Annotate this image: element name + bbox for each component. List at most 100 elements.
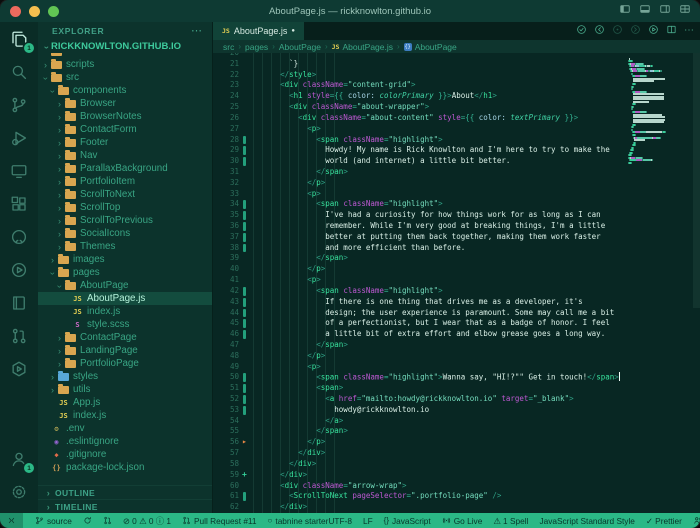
minimize-window-button[interactable]	[29, 6, 40, 17]
encoding-status[interactable]: UTF-8	[328, 513, 352, 528]
toggle-sidebar-icon[interactable]	[619, 2, 631, 20]
line-number[interactable]: 39	[213, 253, 239, 264]
tree-folder-landingpage[interactable]: › LandingPage	[38, 344, 212, 357]
line-number[interactable]: 27	[213, 124, 239, 135]
line-number[interactable]: 37	[213, 232, 239, 243]
line-number[interactable]: 55	[213, 426, 239, 437]
line-number[interactable]: 50	[213, 372, 239, 383]
tree-folder-socialicons[interactable]: › SocialIcons	[38, 227, 212, 240]
tree-file-index-js[interactable]: JS index.js	[38, 305, 212, 318]
line-number[interactable]: 42	[213, 286, 239, 297]
sync-status[interactable]	[83, 513, 92, 528]
spell-checker-status[interactable]: ⚠ 1 Spell	[493, 513, 528, 528]
tree-file-package-lock-json[interactable]: {} package-lock.json	[38, 461, 212, 474]
pull-request-status[interactable]: Pull Request #11	[182, 513, 257, 528]
tree-folder-browsernotes[interactable]: › BrowserNotes	[38, 110, 212, 123]
line-number[interactable]: 24	[213, 91, 239, 102]
tree-folder-scripts[interactable]: › scripts	[38, 58, 212, 71]
tree-folder-utils[interactable]: › utils	[38, 383, 212, 396]
tree-folder-pages[interactable]: › pages	[38, 266, 212, 279]
line-number[interactable]: 47	[213, 340, 239, 351]
tree-folder-contactpage[interactable]: › ContactPage	[38, 331, 212, 344]
remote-explorer-icon[interactable]	[7, 159, 31, 183]
line-number[interactable]: 51	[213, 383, 239, 394]
tree-folder-scrolltop[interactable]: › ScrollTop	[38, 201, 212, 214]
breadcrumb-item-src[interactable]: src	[223, 42, 234, 52]
hex-extension-icon[interactable]	[7, 357, 31, 381]
line-number[interactable]: 23	[213, 80, 239, 91]
breadcrumb-item-aboutpage[interactable]: {} AboutPage	[403, 42, 457, 52]
nav-dot-icon[interactable]	[612, 22, 623, 40]
github-icon[interactable]	[7, 225, 31, 249]
scrollbar[interactable]	[693, 53, 700, 308]
line-number[interactable]: 32	[213, 178, 239, 189]
line-number[interactable]: 36	[213, 221, 239, 232]
explorer-icon[interactable]: 1	[7, 27, 34, 53]
tree-folder-images[interactable]: › images	[38, 253, 212, 266]
tree-folder-components[interactable]: › components	[38, 84, 212, 97]
tree-folder-portfoliopage[interactable]: › PortfolioPage	[38, 357, 212, 370]
workspace-root-folder[interactable]: › RICKKNOWLTON.GITHUB.IO	[38, 40, 212, 53]
tree-file-style-scss[interactable]: Sstyle.scss	[38, 318, 212, 331]
remote-indicator-status[interactable]	[0, 513, 23, 528]
run-debug-icon[interactable]	[7, 126, 31, 150]
search-icon[interactable]	[7, 60, 31, 84]
zoom-window-button[interactable]	[48, 6, 59, 17]
minimap[interactable]	[625, 55, 691, 165]
line-number[interactable]: 41	[213, 275, 239, 286]
line-number[interactable]: 26	[213, 113, 239, 124]
go-live-status[interactable]: Go Live	[442, 513, 482, 528]
line-number[interactable]: 60	[213, 481, 239, 492]
line-number[interactable]: 28	[213, 135, 239, 146]
feedback-status[interactable]	[693, 513, 700, 528]
tree-folder-src[interactable]: › src	[38, 71, 212, 84]
line-number[interactable]: 48	[213, 351, 239, 362]
toggle-secondary-sidebar-icon[interactable]	[659, 2, 671, 20]
line-number[interactable]: 56	[213, 437, 239, 448]
tree-folder-footer[interactable]: › Footer	[38, 136, 212, 149]
line-number[interactable]: 46	[213, 329, 239, 340]
check-status-icon[interactable]	[576, 22, 587, 40]
problems-status[interactable]: ⊘ 0 ⚠ 0 ⓘ 1	[123, 513, 171, 528]
tree-folder-themes[interactable]: › Themes	[38, 240, 212, 253]
tree-folder-aboutpage[interactable]: › AboutPage	[38, 279, 212, 292]
live-preview-icon[interactable]	[7, 258, 31, 282]
breadcrumb-item-aboutpage-js[interactable]: JS AboutPage.js	[332, 42, 393, 52]
tree-file--gitignore[interactable]: ◆ .gitignore	[38, 448, 212, 461]
source-control-icon[interactable]	[7, 93, 31, 117]
line-number[interactable]: 54	[213, 416, 239, 427]
close-window-button[interactable]	[10, 6, 21, 17]
nav-back-icon[interactable]	[594, 22, 605, 40]
tree-folder-portfolioitem[interactable]: › PortfolioItem	[38, 175, 212, 188]
line-number[interactable]: 25	[213, 102, 239, 113]
tree-file-index-js[interactable]: JS index.js	[38, 409, 212, 422]
line-number[interactable]: 44	[213, 308, 239, 319]
tree-folder-parallaxbackground[interactable]: › ParallaxBackground	[38, 162, 212, 175]
tree-folder-browser[interactable]: › Browser	[38, 97, 212, 110]
line-number[interactable]: 30	[213, 156, 239, 167]
toggle-panel-icon[interactable]	[639, 2, 651, 20]
line-number[interactable]: 33	[213, 189, 239, 200]
line-number[interactable]: 62	[213, 502, 239, 513]
eol-status[interactable]: LF	[363, 513, 373, 528]
line-number[interactable]: 38	[213, 243, 239, 254]
settings-icon[interactable]	[7, 480, 31, 504]
line-number[interactable]: 35	[213, 210, 239, 221]
breadcrumb-item-pages[interactable]: pages	[245, 42, 268, 52]
line-number[interactable]: 57	[213, 448, 239, 459]
line-number[interactable]: 22	[213, 70, 239, 81]
line-number[interactable]: 53	[213, 405, 239, 416]
git-graph-status[interactable]	[103, 513, 112, 528]
tabnine-status[interactable]: ○ tabnine starter	[268, 513, 329, 528]
line-number[interactable]: 40	[213, 264, 239, 275]
tree-folder-scrolltoprevious[interactable]: › ScrollToPrevious	[38, 214, 212, 227]
accounts-icon[interactable]: 1	[7, 447, 34, 473]
language-mode-status[interactable]: {} JavaScript	[384, 513, 431, 528]
line-number[interactable]: 59	[213, 470, 239, 481]
outline-section[interactable]: › OUTLINE	[38, 485, 212, 499]
tree-folder-contactform[interactable]: › ContactForm	[38, 123, 212, 136]
line-number[interactable]: 58	[213, 459, 239, 470]
breadcrumb-item-aboutpage[interactable]: AboutPage	[279, 42, 321, 52]
line-number[interactable]: 29	[213, 145, 239, 156]
nav-forward-icon[interactable]	[630, 22, 641, 40]
